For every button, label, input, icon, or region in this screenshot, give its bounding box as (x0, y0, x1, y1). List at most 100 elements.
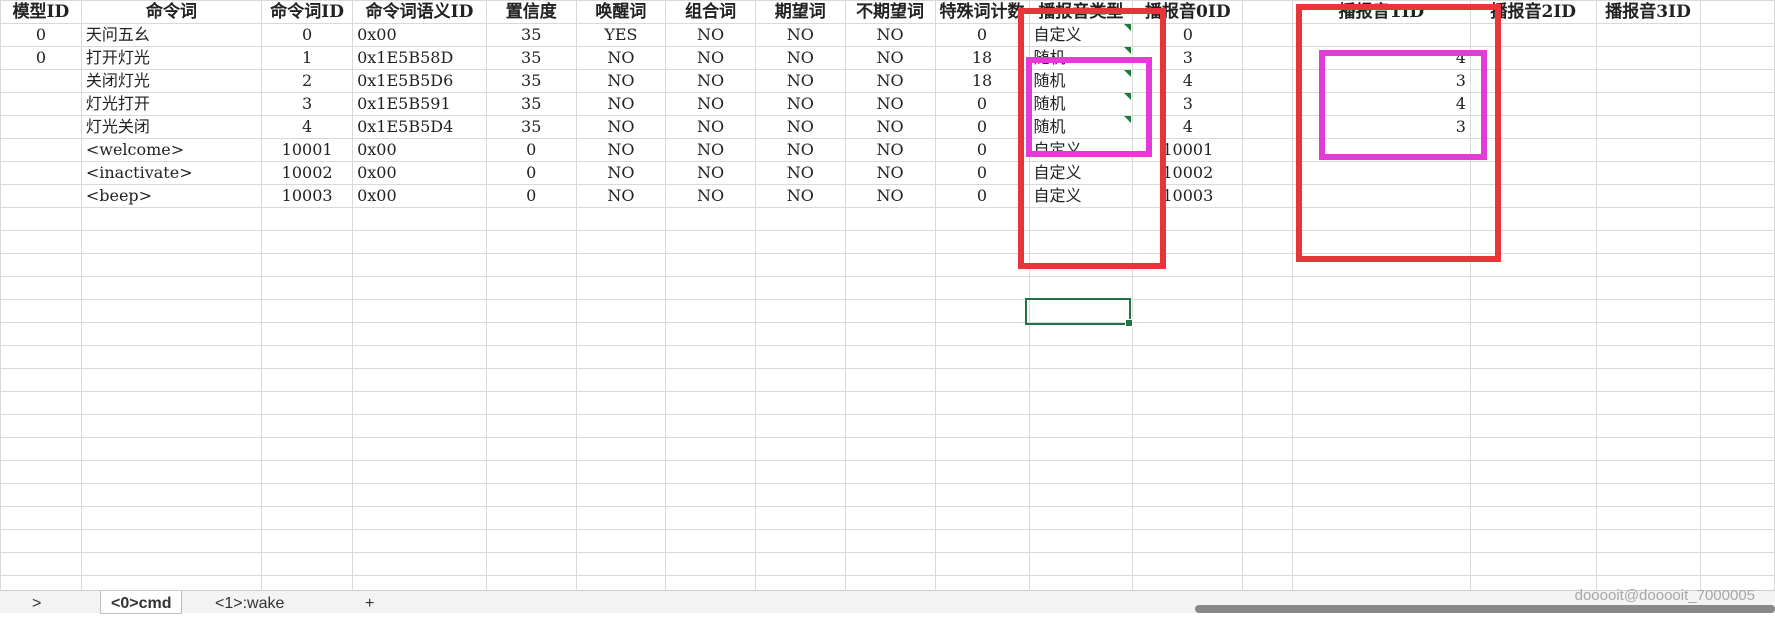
cell-empty[interactable] (352, 483, 487, 507)
cell-combo[interactable]: NO (665, 69, 756, 93)
cell-empty[interactable] (1699, 506, 1775, 530)
column-header-empty[interactable] (1699, 0, 1775, 24)
cell-empty[interactable] (1291, 207, 1471, 231)
cell-empty[interactable] (1595, 230, 1701, 254)
cell-empty[interactable] (1469, 483, 1597, 507)
cell-empty[interactable] (0, 276, 82, 300)
cell-empty[interactable] (1469, 207, 1597, 231)
cell-empty[interactable] (1469, 529, 1597, 553)
cell-empty[interactable] (1291, 506, 1471, 530)
cell-empty[interactable] (1132, 253, 1244, 277)
cell-expect[interactable]: NO (754, 46, 846, 70)
cell-conf[interactable]: 35 (485, 23, 577, 47)
cell-empty[interactable] (80, 483, 263, 507)
cell-empty[interactable] (485, 345, 577, 369)
cell-empty[interactable] (754, 230, 846, 254)
cell-empty[interactable] (1469, 414, 1597, 438)
cell-empty[interactable] (1291, 299, 1471, 323)
cell-empty[interactable] (1595, 207, 1701, 231)
cell-empty[interactable] (1028, 345, 1134, 369)
cell-empty[interactable] (1291, 391, 1471, 415)
cell-empty[interactable] (1028, 322, 1134, 346)
cell-b1[interactable]: 4 (1291, 46, 1471, 70)
cell-model[interactable] (0, 138, 82, 162)
cell-wake[interactable]: NO (575, 184, 667, 208)
cell-expect[interactable]: NO (754, 184, 846, 208)
cell-empty[interactable] (1242, 23, 1293, 47)
cell-empty[interactable] (80, 460, 263, 484)
cell-empty[interactable] (1469, 391, 1597, 415)
cell-id[interactable]: 1 (261, 46, 354, 70)
cell-empty[interactable] (1242, 391, 1293, 415)
cell-word[interactable]: 关闭灯光 (80, 69, 263, 93)
cell-empty[interactable] (665, 276, 756, 300)
cell-empty[interactable] (485, 391, 577, 415)
cell-word[interactable]: <inactivate> (80, 161, 263, 185)
cell-id[interactable]: 10002 (261, 161, 354, 185)
cell-empty[interactable] (1595, 345, 1701, 369)
cell-empty[interactable] (1469, 345, 1597, 369)
cell-b1[interactable] (1291, 23, 1471, 47)
cell-empty[interactable] (1595, 138, 1701, 162)
cell-empty[interactable] (844, 230, 936, 254)
cell-empty[interactable] (1469, 322, 1597, 346)
cell-empty[interactable] (1699, 46, 1775, 70)
cell-empty[interactable] (352, 460, 487, 484)
cell-empty[interactable] (1132, 391, 1244, 415)
cell-empty[interactable] (1595, 483, 1701, 507)
cell-wake[interactable]: NO (575, 69, 667, 93)
cell-empty[interactable] (575, 552, 667, 576)
column-header[interactable]: 播报音1ID (1291, 0, 1471, 24)
cell-empty[interactable] (844, 299, 936, 323)
cell-type[interactable]: 随机 (1028, 69, 1134, 93)
cell-empty[interactable] (575, 345, 667, 369)
cell-combo[interactable]: NO (665, 23, 756, 47)
cell-empty[interactable] (261, 414, 354, 438)
cell-b0[interactable]: 10002 (1132, 161, 1244, 185)
cell-empty[interactable] (1595, 276, 1701, 300)
cell-empty[interactable] (1291, 483, 1471, 507)
cell-empty[interactable] (1595, 253, 1701, 277)
cell-sem[interactable]: 0x1E5B5D4 (352, 115, 487, 139)
cell-empty[interactable] (352, 345, 487, 369)
cell-empty[interactable] (1469, 69, 1597, 93)
cell-empty[interactable] (1469, 368, 1597, 392)
cell-empty[interactable] (1595, 414, 1701, 438)
cell-combo[interactable]: NO (665, 115, 756, 139)
cell-wake[interactable]: NO (575, 46, 667, 70)
cell-empty[interactable] (934, 483, 1030, 507)
cell-empty[interactable] (1699, 161, 1775, 185)
column-header[interactable]: 唤醒词 (575, 0, 667, 24)
cell-id[interactable]: 10001 (261, 138, 354, 162)
cell-id[interactable]: 3 (261, 92, 354, 116)
cell-empty[interactable] (80, 207, 263, 231)
cell-empty[interactable] (1595, 23, 1701, 47)
cell-empty[interactable] (0, 345, 82, 369)
cell-empty[interactable] (1595, 506, 1701, 530)
cell-empty[interactable] (575, 207, 667, 231)
cell-empty[interactable] (1028, 529, 1134, 553)
cell-empty[interactable] (934, 391, 1030, 415)
cell-empty[interactable] (1595, 115, 1701, 139)
cell-empty[interactable] (352, 529, 487, 553)
cell-empty[interactable] (934, 414, 1030, 438)
cell-empty[interactable] (485, 506, 577, 530)
cell-empty[interactable] (485, 276, 577, 300)
cell-empty[interactable] (80, 575, 263, 590)
column-header[interactable]: 模型ID (0, 0, 82, 24)
cell-empty[interactable] (844, 529, 936, 553)
cell-empty[interactable] (844, 437, 936, 461)
cell-empty[interactable] (261, 529, 354, 553)
cell-empty[interactable] (485, 230, 577, 254)
cell-empty[interactable] (80, 368, 263, 392)
cell-empty[interactable] (1242, 575, 1293, 590)
cell-empty[interactable] (1242, 322, 1293, 346)
cell-empty[interactable] (665, 506, 756, 530)
cell-model[interactable] (0, 115, 82, 139)
cell-empty[interactable] (1595, 368, 1701, 392)
cell-empty[interactable] (934, 276, 1030, 300)
cell-empty[interactable] (485, 529, 577, 553)
cell-empty[interactable] (575, 529, 667, 553)
cell-empty[interactable] (1132, 414, 1244, 438)
cell-empty[interactable] (1699, 460, 1775, 484)
